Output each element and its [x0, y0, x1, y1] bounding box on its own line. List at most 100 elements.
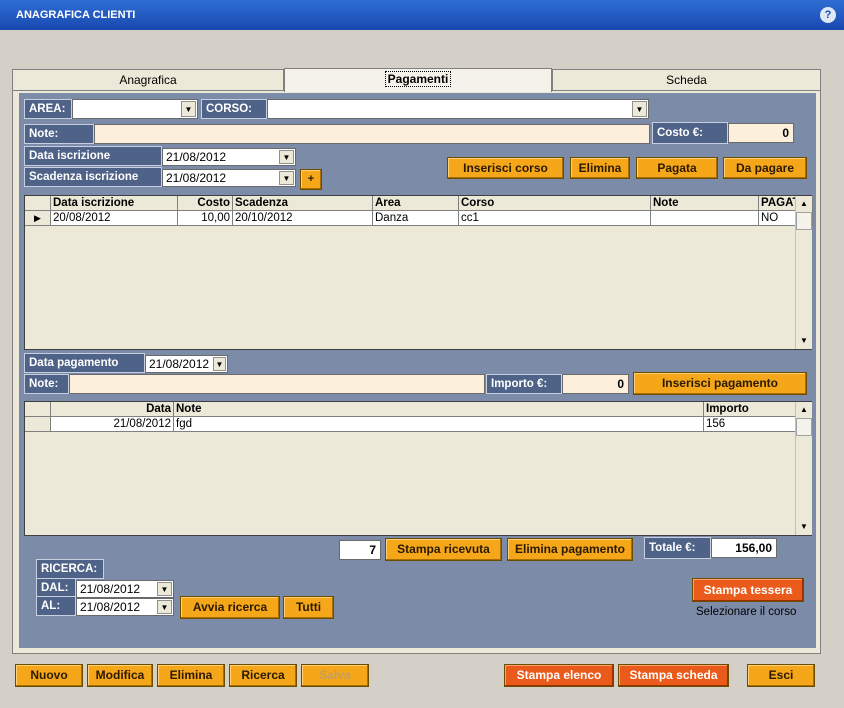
row-selector [25, 417, 51, 432]
note-label: Note: [24, 124, 94, 144]
data-iscrizione-picker[interactable]: 21/08/2012 ▼ [162, 148, 296, 166]
scroll-down-icon[interactable]: ▼ [796, 333, 812, 349]
add-scadenza-button[interactable]: + [300, 169, 322, 190]
totale-field: 156,00 [711, 538, 777, 558]
tessera-hint: Selezionare il corso [696, 606, 797, 618]
chevron-down-icon[interactable]: ▼ [279, 150, 294, 164]
ricerca-label: RICERCA: [36, 559, 104, 579]
window-title: ANAGRAFICA CLIENTI [16, 9, 136, 21]
elimina-corso-button[interactable]: Elimina [570, 157, 630, 179]
scadenza-label: Scadenza iscrizione [24, 167, 162, 187]
header-cell[interactable]: Note [174, 402, 704, 417]
header-cell [25, 196, 51, 211]
corso-combo[interactable]: ▼ [267, 99, 649, 119]
stampa-tessera-button[interactable]: Stampa tessera [692, 578, 804, 602]
chevron-down-icon[interactable]: ▼ [181, 101, 196, 117]
table-cell[interactable] [651, 211, 759, 226]
table-cell[interactable]: 21/08/2012 [51, 417, 174, 432]
table-row[interactable]: 21/08/2012 fgd 156 [25, 417, 802, 432]
help-icon[interactable]: ? [820, 7, 836, 23]
dal-value: 21/08/2012 [80, 582, 141, 596]
importo-label: Importo €: [486, 374, 562, 394]
header-cell[interactable]: Data [51, 402, 174, 417]
elimina-button[interactable]: Elimina [157, 664, 225, 687]
title-bar: ANAGRAFICA CLIENTI ? [0, 0, 844, 30]
header-cell[interactable]: Area [373, 196, 459, 211]
elimina-pagamento-button[interactable]: Elimina pagamento [507, 538, 633, 561]
area-combo[interactable]: ▼ [72, 99, 198, 119]
chevron-down-icon[interactable]: ▼ [279, 171, 294, 185]
receipt-count-field[interactable]: 7 [339, 540, 381, 560]
area-label: AREA: [24, 99, 72, 119]
da-pagare-button[interactable]: Da pagare [723, 157, 807, 179]
tab-anagrafica[interactable]: Anagrafica [12, 69, 284, 91]
table-header: Data iscrizione Costo Scadenza Area Cors… [25, 196, 813, 211]
scroll-up-icon[interactable]: ▲ [796, 196, 812, 212]
tab-label: Anagrafica [119, 73, 177, 87]
payments-scrollbar[interactable]: ▲ ▼ [795, 402, 812, 535]
header-cell[interactable]: Note [651, 196, 759, 211]
table-cell[interactable]: cc1 [459, 211, 651, 226]
chevron-down-icon[interactable]: ▼ [632, 101, 647, 117]
inserisci-pagamento-button[interactable]: Inserisci pagamento [633, 372, 807, 395]
al-picker[interactable]: 21/08/2012 ▼ [76, 598, 174, 616]
chevron-down-icon[interactable]: ▼ [157, 600, 172, 614]
al-value: 21/08/2012 [80, 600, 141, 614]
data-iscrizione-value: 21/08/2012 [166, 150, 227, 164]
data-iscrizione-label: Data iscrizione [24, 146, 162, 166]
row-pointer-icon: ▶ [25, 211, 51, 226]
table-header: Data Note Importo [25, 402, 802, 417]
pagata-button[interactable]: Pagata [636, 157, 718, 179]
tab-pagamenti[interactable]: Pagamenti [284, 68, 552, 92]
header-cell[interactable]: Costo [178, 196, 233, 211]
nuovo-button[interactable]: Nuovo [15, 664, 83, 687]
courses-table[interactable]: Data iscrizione Costo Scadenza Area Cors… [24, 195, 813, 350]
header-cell[interactable]: Scadenza [233, 196, 373, 211]
costo-label: Costo €: [652, 122, 728, 144]
table-cell[interactable]: 156 [704, 417, 802, 432]
note-field[interactable] [94, 124, 650, 144]
header-cell[interactable]: Data iscrizione [51, 196, 178, 211]
tab-label: Pagamenti [384, 71, 452, 87]
payment-note-field[interactable] [69, 374, 485, 394]
scroll-up-icon[interactable]: ▲ [796, 402, 812, 418]
costo-field[interactable]: 0 [728, 123, 794, 143]
data-pagamento-picker[interactable]: 21/08/2012 ▼ [145, 355, 228, 373]
importo-field[interactable]: 0 [562, 374, 629, 394]
scadenza-picker[interactable]: 21/08/2012 ▼ [162, 169, 296, 187]
esci-button[interactable]: Esci [747, 664, 815, 687]
totale-label: Totale €: [644, 537, 711, 559]
table-cell[interactable]: 20/10/2012 [233, 211, 373, 226]
stampa-scheda-button[interactable]: Stampa scheda [618, 664, 729, 687]
chevron-down-icon[interactable]: ▼ [157, 582, 172, 596]
scroll-down-icon[interactable]: ▼ [796, 519, 812, 535]
header-cell[interactable]: Corso [459, 196, 651, 211]
header-cell[interactable]: Importo [704, 402, 802, 417]
ricerca-button[interactable]: Ricerca [229, 664, 297, 687]
stampa-elenco-button[interactable]: Stampa elenco [504, 664, 614, 687]
table-cell[interactable]: 20/08/2012 [51, 211, 178, 226]
tab-scheda[interactable]: Scheda [552, 69, 821, 91]
chevron-down-icon[interactable]: ▼ [213, 357, 226, 371]
dal-picker[interactable]: 21/08/2012 ▼ [76, 580, 174, 598]
salva-button[interactable]: Salva [301, 664, 369, 687]
main-window: ANAGRAFICA CLIENTI ? Anagrafica Pagament… [0, 0, 844, 708]
stampa-ricevuta-button[interactable]: Stampa ricevuta [385, 538, 502, 561]
table-cell[interactable]: 10,00 [178, 211, 233, 226]
corso-label: CORSO: [201, 99, 267, 119]
tab-label: Scheda [666, 73, 707, 87]
scroll-thumb[interactable] [796, 418, 812, 436]
tutti-button[interactable]: Tutti [283, 596, 334, 619]
inserisci-corso-button[interactable]: Inserisci corso [447, 157, 564, 179]
dal-label: DAL: [36, 578, 76, 598]
table-row[interactable]: ▶ 20/08/2012 10,00 20/10/2012 Danza cc1 … [25, 211, 813, 226]
avvia-ricerca-button[interactable]: Avvia ricerca [180, 596, 280, 619]
data-pagamento-value: 21/08/2012 [149, 357, 210, 371]
payments-table[interactable]: Data Note Importo 21/08/2012 fgd 156 ▲ ▼ [24, 401, 812, 536]
modifica-button[interactable]: Modifica [87, 664, 153, 687]
courses-scrollbar[interactable]: ▲ ▼ [795, 196, 812, 349]
scroll-thumb[interactable] [796, 212, 812, 230]
header-cell [25, 402, 51, 417]
table-cell[interactable]: fgd [174, 417, 704, 432]
table-cell[interactable]: Danza [373, 211, 459, 226]
